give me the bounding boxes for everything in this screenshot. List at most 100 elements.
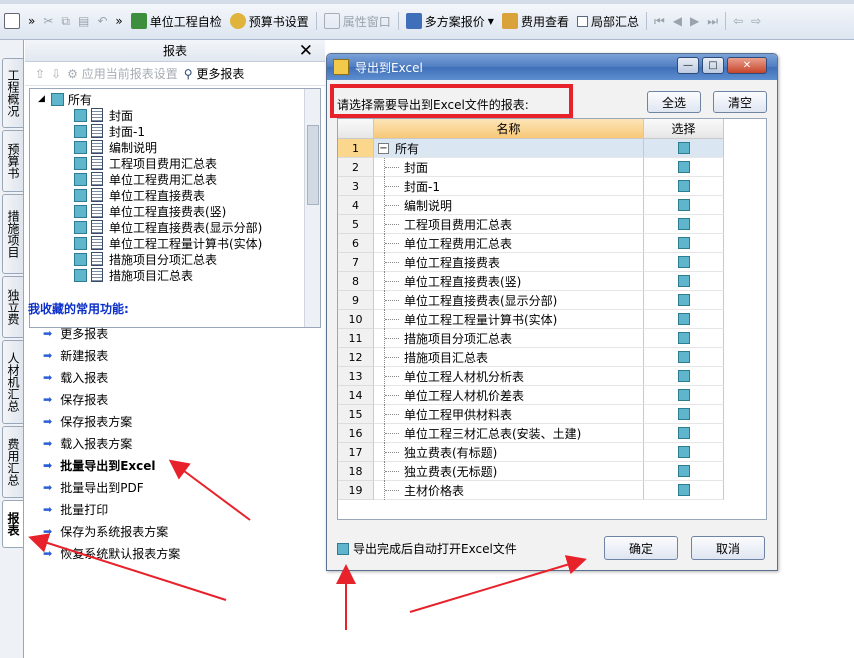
grid-row[interactable]: 17 独立费表(有标题) bbox=[338, 443, 724, 462]
dialog-close-button[interactable]: ✕ bbox=[727, 57, 767, 74]
move-up-icon[interactable]: ⇧ bbox=[35, 67, 45, 81]
tree-root-item[interactable]: ◢ 所有 bbox=[38, 91, 92, 107]
grid-row[interactable]: 16 单位工程三材汇总表(安装、土建) bbox=[338, 424, 724, 443]
grid-row[interactable]: 2 封面 bbox=[338, 158, 724, 177]
row-checkbox[interactable] bbox=[677, 294, 690, 306]
row-select-cell[interactable] bbox=[644, 215, 724, 234]
row-name-cell[interactable]: 单位工程人材机价差表 bbox=[374, 386, 644, 405]
row-select-cell[interactable] bbox=[644, 139, 724, 158]
row-checkbox[interactable] bbox=[677, 332, 690, 344]
tree-checkbox[interactable] bbox=[74, 236, 87, 250]
row-select-cell[interactable] bbox=[644, 310, 724, 329]
grid-row[interactable]: 6 单位工程费用汇总表 bbox=[338, 234, 724, 253]
row-select-cell[interactable] bbox=[644, 405, 724, 424]
cut-icon[interactable]: ✂ bbox=[39, 14, 57, 28]
tab-independent-fee[interactable]: 独立费 bbox=[2, 276, 23, 338]
row-checkbox[interactable] bbox=[677, 484, 690, 496]
tab-project-overview[interactable]: 工程概况 bbox=[2, 58, 23, 128]
grid-row[interactable]: 3 封面-1 bbox=[338, 177, 724, 196]
tree-checkbox[interactable] bbox=[74, 252, 87, 266]
grid-row[interactable]: 12 措施项目汇总表 bbox=[338, 348, 724, 367]
grid-row[interactable]: 4 编制说明 bbox=[338, 196, 724, 215]
tab-reports[interactable]: 报表 bbox=[2, 500, 23, 548]
tree-checkbox[interactable] bbox=[74, 124, 87, 138]
select-all-button[interactable]: 全选 bbox=[647, 91, 701, 113]
maximize-button[interactable]: □ bbox=[702, 57, 724, 74]
new-file-icon[interactable] bbox=[0, 13, 24, 29]
auto-open-checkbox[interactable] bbox=[337, 542, 349, 555]
row-checkbox[interactable] bbox=[677, 275, 690, 287]
more-reports-button[interactable]: ⚲ 更多报表 bbox=[184, 65, 245, 82]
back-arrow-icon[interactable]: ⇦ bbox=[729, 14, 747, 28]
tab-fee-summary[interactable]: 费用汇总 bbox=[2, 426, 23, 498]
tree-collapse-icon[interactable]: ◢ bbox=[38, 94, 45, 104]
row-select-cell[interactable] bbox=[644, 291, 724, 310]
row-name-cell[interactable]: 封面 bbox=[374, 158, 644, 177]
overflow-chevron-icon-2[interactable]: » bbox=[111, 14, 126, 28]
tree-item[interactable]: 封面-1 bbox=[74, 123, 145, 139]
favorite-item[interactable]: ➡ 载入报表 bbox=[43, 366, 180, 388]
row-select-cell[interactable] bbox=[644, 177, 724, 196]
last-record-icon[interactable]: ⏭ bbox=[703, 14, 722, 29]
favorite-item[interactable]: ➡ 更多报表 bbox=[43, 322, 180, 344]
tab-measure-items[interactable]: 措施项目 bbox=[2, 194, 23, 274]
tree-item[interactable]: 单位工程直接费表(显示分部) bbox=[74, 219, 262, 235]
row-name-cell[interactable]: 单位工程费用汇总表 bbox=[374, 234, 644, 253]
row-select-cell[interactable] bbox=[644, 234, 724, 253]
row-select-cell[interactable] bbox=[644, 253, 724, 272]
row-checkbox[interactable] bbox=[677, 218, 690, 230]
row-checkbox[interactable] bbox=[677, 313, 690, 325]
tree-checkbox[interactable] bbox=[74, 140, 87, 154]
tree-checkbox[interactable] bbox=[74, 156, 87, 170]
row-name-cell[interactable]: 措施项目分项汇总表 bbox=[374, 329, 644, 348]
grid-row[interactable]: 15 单位工程甲供材料表 bbox=[338, 405, 724, 424]
row-select-cell[interactable] bbox=[644, 462, 724, 481]
apply-report-settings-button[interactable]: ⚙ 应用当前报表设置 bbox=[67, 65, 178, 82]
row-name-cell[interactable]: 工程项目费用汇总表 bbox=[374, 215, 644, 234]
undo-icon[interactable]: ↶ bbox=[93, 14, 111, 28]
unit-self-check-button[interactable]: 单位工程自检 bbox=[127, 13, 226, 30]
cancel-button[interactable]: 取消 bbox=[691, 536, 765, 560]
tree-checkbox[interactable] bbox=[74, 204, 87, 218]
row-select-cell[interactable] bbox=[644, 443, 724, 462]
row-select-cell[interactable] bbox=[644, 424, 724, 443]
budget-settings-button[interactable]: 预算书设置 bbox=[226, 13, 313, 30]
grid-row[interactable]: 8 单位工程直接费表(竖) bbox=[338, 272, 724, 291]
minimize-button[interactable]: — bbox=[677, 57, 699, 74]
row-checkbox[interactable] bbox=[677, 446, 690, 458]
next-record-icon[interactable]: ▶ bbox=[686, 14, 703, 28]
multi-scheme-quote-button[interactable]: 多方案报价 ▼ bbox=[402, 13, 498, 30]
row-select-cell[interactable] bbox=[644, 196, 724, 215]
row-name-cell[interactable]: 措施项目汇总表 bbox=[374, 348, 644, 367]
grid-row[interactable]: 5 工程项目费用汇总表 bbox=[338, 215, 724, 234]
row-name-cell[interactable]: 主材价格表 bbox=[374, 481, 644, 500]
collapse-minus-icon[interactable]: − bbox=[378, 142, 389, 154]
row-checkbox[interactable] bbox=[677, 180, 690, 192]
grid-row[interactable]: 13 单位工程人材机分析表 bbox=[338, 367, 724, 386]
tree-item[interactable]: 单位工程工程量计算书(实体) bbox=[74, 235, 262, 251]
copy-icon[interactable]: ⧉ bbox=[57, 14, 74, 29]
fee-view-button[interactable]: 费用查看 bbox=[498, 13, 573, 30]
tab-labor-material-summary[interactable]: 人材机汇总 bbox=[2, 340, 23, 424]
overflow-chevron-icon[interactable]: » bbox=[24, 14, 39, 28]
row-checkbox[interactable] bbox=[677, 370, 690, 382]
row-name-cell[interactable]: 独立费表(有标题) bbox=[374, 443, 644, 462]
tree-checkbox[interactable] bbox=[74, 220, 87, 234]
row-name-cell[interactable]: − 所有 bbox=[374, 139, 644, 158]
row-checkbox[interactable] bbox=[677, 199, 690, 211]
column-header-select[interactable]: 选择 bbox=[644, 119, 724, 139]
row-checkbox[interactable] bbox=[677, 161, 690, 173]
row-select-cell[interactable] bbox=[644, 272, 724, 291]
row-name-cell[interactable]: 单位工程人材机分析表 bbox=[374, 367, 644, 386]
auto-open-option[interactable]: 导出完成后自动打开Excel文件 bbox=[337, 540, 517, 557]
row-checkbox[interactable] bbox=[677, 427, 690, 439]
row-checkbox[interactable] bbox=[677, 237, 690, 249]
grid-row[interactable]: 14 单位工程人材机价差表 bbox=[338, 386, 724, 405]
row-name-cell[interactable]: 独立费表(无标题) bbox=[374, 462, 644, 481]
prev-record-icon[interactable]: ◀ bbox=[669, 14, 686, 28]
favorite-item[interactable]: ➡ 保存报表 bbox=[43, 388, 180, 410]
tree-scrollbar-thumb[interactable] bbox=[307, 125, 319, 205]
row-name-cell[interactable]: 单位工程甲供材料表 bbox=[374, 405, 644, 424]
chevron-down-icon[interactable]: ▼ bbox=[488, 17, 494, 26]
row-checkbox[interactable] bbox=[677, 142, 690, 154]
